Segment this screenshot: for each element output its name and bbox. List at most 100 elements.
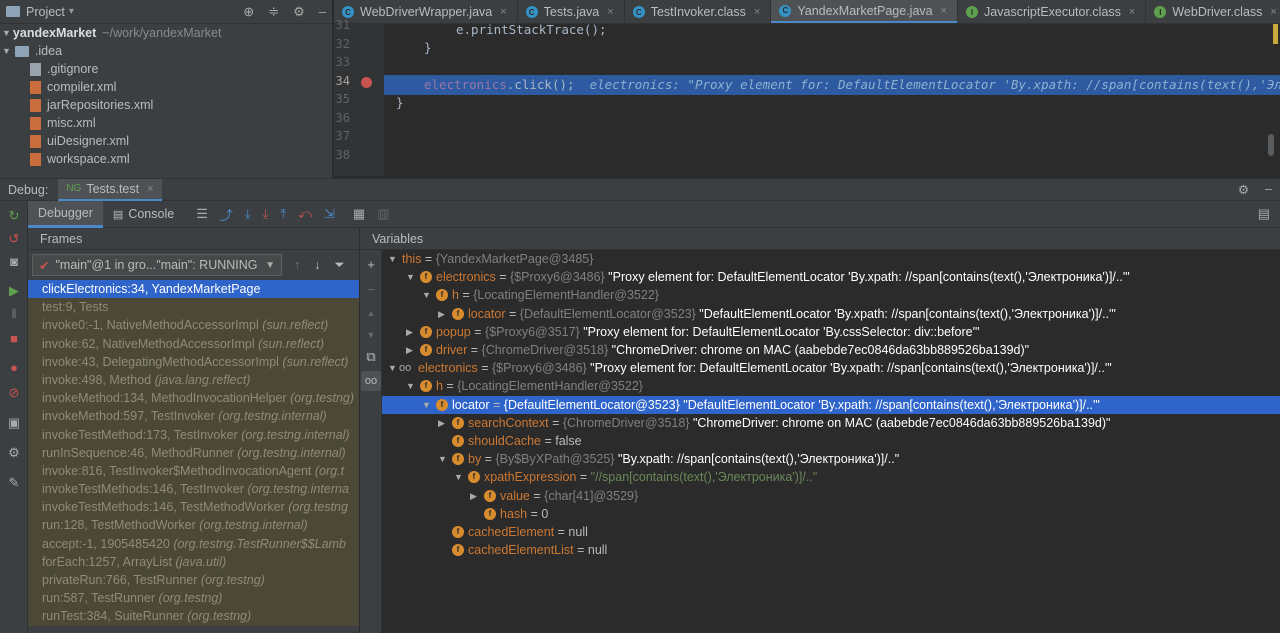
collapsed-toggle-icon[interactable]: ▶ [470, 487, 480, 505]
project-title[interactable]: Project [26, 5, 65, 19]
collapse-icon[interactable]: ≑ [268, 4, 279, 20]
move-up-icon[interactable]: ▲ [364, 306, 378, 320]
expanded-toggle-icon[interactable]: ▼ [422, 396, 432, 414]
trace-icon[interactable]: ▥ [377, 206, 389, 222]
chevron-down-icon[interactable]: ▾ [69, 6, 74, 17]
expanded-toggle-icon[interactable]: ▼ [454, 468, 464, 486]
camera-icon[interactable]: ◙ [7, 255, 21, 269]
frame-row[interactable]: invoke:62, NativeMethodAccessorImpl (sun… [28, 334, 359, 353]
collapsed-toggle-icon[interactable]: ▶ [406, 323, 416, 341]
variable-row[interactable]: ▶ f searchContext = {ChromeDriver@3518} "C… [382, 414, 1280, 432]
tree-file[interactable]: compiler.xml [0, 78, 332, 96]
variable-row[interactable]: f cachedElementList = null [382, 541, 1280, 559]
variable-row[interactable]: ▼ this = {YandexMarketPage@3485} [382, 250, 1280, 268]
variable-row[interactable]: ▼ f xpathExpression = "//span[contains(tex… [382, 468, 1280, 486]
editor-tab[interactable]: C WebDriverWrapper.java × [334, 0, 518, 23]
frame-row[interactable]: runInSequence:46, MethodRunner (org.test… [28, 443, 359, 462]
frame-row[interactable]: runTest:384, SuiteRunner (org.testng) [28, 607, 359, 626]
variable-row[interactable]: f shouldCache = false [382, 432, 1280, 450]
breakpoint-icon[interactable] [361, 77, 372, 88]
step-into-icon[interactable]: ⤓ [263, 206, 269, 222]
frame-row[interactable]: invoke:43, DelegatingMethodAccessorImpl … [28, 352, 359, 371]
tree-file[interactable]: workspace.xml [0, 150, 332, 168]
variable-row[interactable]: ▶ f popup = {$Proxy6@3517} "Proxy element … [382, 323, 1280, 341]
move-down-icon[interactable]: ▼ [364, 328, 378, 342]
frame-row[interactable]: run:587, TestRunner (org.testng) [28, 589, 359, 608]
resume-icon[interactable]: ▶ [7, 284, 21, 298]
arrow-down-icon[interactable]: ↓ [314, 258, 320, 273]
close-icon[interactable]: × [941, 5, 947, 17]
evaluate-icon[interactable]: ▦ [353, 206, 365, 222]
layout-icon[interactable]: ▤ [1258, 206, 1270, 222]
frame-row[interactable]: invoke:816, TestInvoker$MethodInvocation… [28, 461, 359, 481]
show-execution-point-icon[interactable]: ⤴ [220, 205, 233, 224]
tree-file[interactable]: uiDesigner.xml [0, 132, 332, 150]
editor-tab[interactable]: C YandexMarketPage.java × [771, 0, 959, 23]
collapsed-toggle-icon[interactable]: ▶ [406, 341, 416, 359]
tree-root[interactable]: ▼ yandexMarket ~/work/yandexMarket [0, 24, 332, 42]
variable-row[interactable]: ▶ f driver = {ChromeDriver@3518} "ChromeDr… [382, 341, 1280, 359]
remove-watch-icon[interactable]: – [364, 282, 378, 296]
tree-file[interactable]: .gitignore [0, 60, 332, 78]
minimize-icon[interactable]: – [1265, 182, 1272, 197]
expanded-toggle-icon[interactable]: ▼ [388, 250, 398, 268]
rerun-icon[interactable]: ↻ [7, 209, 21, 223]
debug-session-tab[interactable]: NG Tests.test × [58, 178, 162, 201]
expanded-toggle-icon[interactable]: ▼ [422, 286, 432, 304]
minimize-icon[interactable]: – [319, 4, 326, 20]
chevron-down-icon[interactable]: ▼ [265, 260, 275, 271]
editor-tab[interactable]: I WebDriver.class × [1146, 0, 1280, 23]
tree-file[interactable]: misc.xml [0, 114, 332, 132]
close-icon[interactable]: × [1270, 6, 1276, 18]
chevron-down-icon[interactable]: ▼ [2, 46, 11, 56]
tree-file[interactable]: jarRepositories.xml [0, 96, 332, 114]
tab-debugger[interactable]: Debugger [28, 200, 103, 228]
screenshot-icon[interactable]: ▣ [7, 416, 21, 430]
tree-folder-idea[interactable]: ▼ .idea [0, 42, 332, 60]
filter-icon[interactable]: ⏷ [335, 258, 345, 273]
frame-row[interactable]: run:128, TestMethodWorker (org.testng.in… [28, 516, 359, 535]
frame-row[interactable]: invokeTestMethods:146, TestInvoker (org.… [28, 480, 359, 499]
rerun-failed-icon[interactable]: ↺ [7, 232, 21, 246]
editor-tab[interactable]: I JavascriptExecutor.class × [958, 0, 1147, 23]
editor-tab[interactable]: C TestInvoker.class × [625, 0, 772, 23]
variable-row[interactable]: f hash = 0 [382, 505, 1280, 523]
locate-icon[interactable]: ⊕ [243, 4, 254, 20]
frame-row[interactable]: privateRun:766, TestRunner (org.testng) [28, 571, 359, 590]
frame-row[interactable]: invokeTestMethod:173, TestInvoker (org.t… [28, 425, 359, 444]
pause-icon[interactable]: ‖ [7, 307, 21, 321]
close-icon[interactable]: × [754, 6, 760, 18]
variable-row[interactable]: ▼ f by = {By$ByXPath@3525} "By.xpath: //sp… [382, 450, 1280, 468]
expanded-toggle-icon[interactable]: ▼ [388, 359, 398, 377]
variable-row[interactable]: ▼ f electronics = {$Proxy6@3486} "Proxy el… [382, 268, 1280, 286]
gear-icon[interactable]: ⚙ [1238, 182, 1249, 197]
step-over-icon[interactable]: ⤓ [245, 206, 251, 222]
close-icon[interactable]: × [607, 6, 613, 18]
mute-breakpoints-icon[interactable]: ⊘ [7, 386, 21, 400]
frame-row[interactable]: invoke0:-1, NativeMethodAccessorImpl (su… [28, 316, 359, 335]
tab-console[interactable]: ▤ Console [103, 201, 184, 228]
thread-select[interactable]: ✔ "main"@1 in gro..."main": RUNNING ▼ [32, 254, 282, 276]
frame-row[interactable]: clickElectronics:34, YandexMarketPage [28, 280, 359, 299]
frame-row[interactable]: accept:-1, 1905485420 (org.testng.TestRu… [28, 534, 359, 553]
frame-row[interactable]: invokeMethod:597, TestInvoker (org.testn… [28, 407, 359, 426]
gear-icon[interactable]: ⚙ [293, 4, 305, 20]
close-icon[interactable]: × [147, 183, 153, 195]
code-editor[interactable]: e.printStackTrace(); } electronics.click… [384, 24, 1280, 176]
frame-row[interactable]: invoke:498, Method (java.lang.reflect) [28, 370, 359, 390]
expanded-toggle-icon[interactable]: ▼ [406, 268, 416, 286]
duplicate-icon[interactable]: ⧉ [364, 350, 378, 364]
frame-row[interactable]: invokeTestMethods:146, TestMethodWorker … [28, 498, 359, 517]
frame-row[interactable]: invokeMethod:134, MethodInvocationHelper… [28, 389, 359, 408]
editor-scrollbar[interactable] [1268, 134, 1274, 156]
editor-tab[interactable]: C Tests.java × [518, 0, 625, 23]
frame-row[interactable]: forEach:1257, ArrayList (java.util) [28, 552, 359, 571]
menu-icon[interactable]: ☰ [196, 206, 208, 222]
watches-toggle-icon[interactable]: oo [361, 371, 381, 391]
close-icon[interactable]: × [500, 6, 506, 18]
variable-row[interactable]: ▼ f locator = {DefaultElementLocator@3523}… [382, 395, 1280, 414]
settings-icon[interactable]: ⚙ [7, 446, 21, 460]
pin-icon[interactable]: ✎ [7, 476, 21, 490]
variable-row[interactable]: ▶ f value = {char[41]@3529} [382, 487, 1280, 505]
add-watch-icon[interactable]: + [364, 258, 378, 272]
